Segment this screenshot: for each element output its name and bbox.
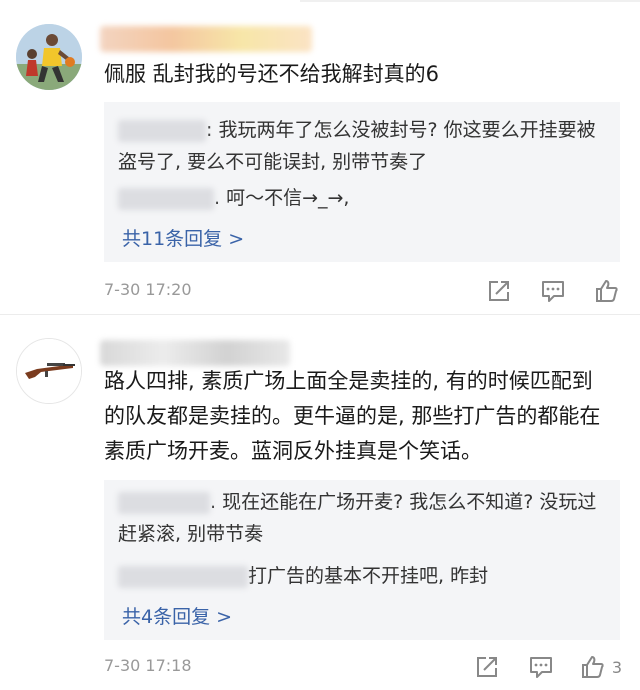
reply-item: . 呵～不信→_→, xyxy=(118,182,608,214)
replies-box[interactable]: : 我玩两年了怎么没被封号? 你这要么开挂要被盗号了, 要么不可能误封, 别带节… xyxy=(104,102,620,262)
reply-item: : 我玩两年了怎么没被封号? 你这要么开挂要被盗号了, 要么不可能误封, 别带节… xyxy=(118,114,608,178)
reply-item: 打广告的基本不开挂吧, 昨封 xyxy=(118,560,608,592)
like-count: 3 xyxy=(611,657,622,677)
comment-item: 佩服 乱封我的号还不给我解封真的6 : 我玩两年了怎么没被封号? 你这要么开挂要… xyxy=(0,0,640,316)
comment-actions: 3 xyxy=(448,652,622,682)
comment-divider xyxy=(0,314,640,315)
timestamp: 7-30 17:18 xyxy=(104,656,192,675)
comment-button[interactable] xyxy=(538,276,568,306)
thumbs-up-icon xyxy=(596,280,618,302)
avatar[interactable] xyxy=(16,338,82,404)
comment-icon xyxy=(529,657,552,678)
replies-box[interactable]: . 现在还能在广场开麦? 我怎么不知道? 没玩过赶紧滚, 别带节奏 打广告的基本… xyxy=(104,480,620,640)
comment-button[interactable] xyxy=(526,652,556,682)
share-icon xyxy=(476,657,497,677)
reply-username-blurred xyxy=(118,187,214,210)
reply-username-blurred xyxy=(118,119,206,142)
reply-item: . 现在还能在广场开麦? 我怎么不知道? 没玩过赶紧滚, 别带节奏 xyxy=(118,486,608,550)
avatar[interactable] xyxy=(16,24,82,90)
share-icon xyxy=(489,281,509,301)
reply-text: . 呵～不信→_→, xyxy=(214,187,350,209)
comment-item: 路人四排, 素质广场上面全是卖挂的, 有的时候匹配到的队友都是卖挂的。更牛逼的是… xyxy=(0,316,640,690)
share-button[interactable] xyxy=(484,276,514,306)
like-button[interactable] xyxy=(592,276,622,306)
reply-username-blurred xyxy=(118,565,248,588)
comment-text: 佩服 乱封我的号还不给我解封真的6 xyxy=(104,62,440,86)
thumbs-up-icon xyxy=(581,656,604,678)
share-button[interactable] xyxy=(472,652,502,682)
comment-text: 路人四排, 素质广场上面全是卖挂的, 有的时候匹配到的队友都是卖挂的。更牛逼的是… xyxy=(104,369,601,463)
reply-username-blurred xyxy=(118,491,210,514)
view-replies-link[interactable]: 共11条回复 > xyxy=(122,224,244,251)
rifle-avatar-icon xyxy=(17,339,81,403)
basketball-player-avatar-icon xyxy=(16,24,82,90)
timestamp: 7-30 17:20 xyxy=(104,280,192,299)
like-button[interactable]: 3 xyxy=(580,652,622,682)
username-blurred[interactable] xyxy=(100,26,312,52)
view-replies-link[interactable]: 共4条回复 > xyxy=(122,602,232,629)
username-blurred[interactable] xyxy=(100,340,290,366)
reply-text: 打广告的基本不开挂吧, 昨封 xyxy=(248,565,489,587)
comment-actions xyxy=(460,276,622,306)
comment-icon xyxy=(542,281,564,302)
